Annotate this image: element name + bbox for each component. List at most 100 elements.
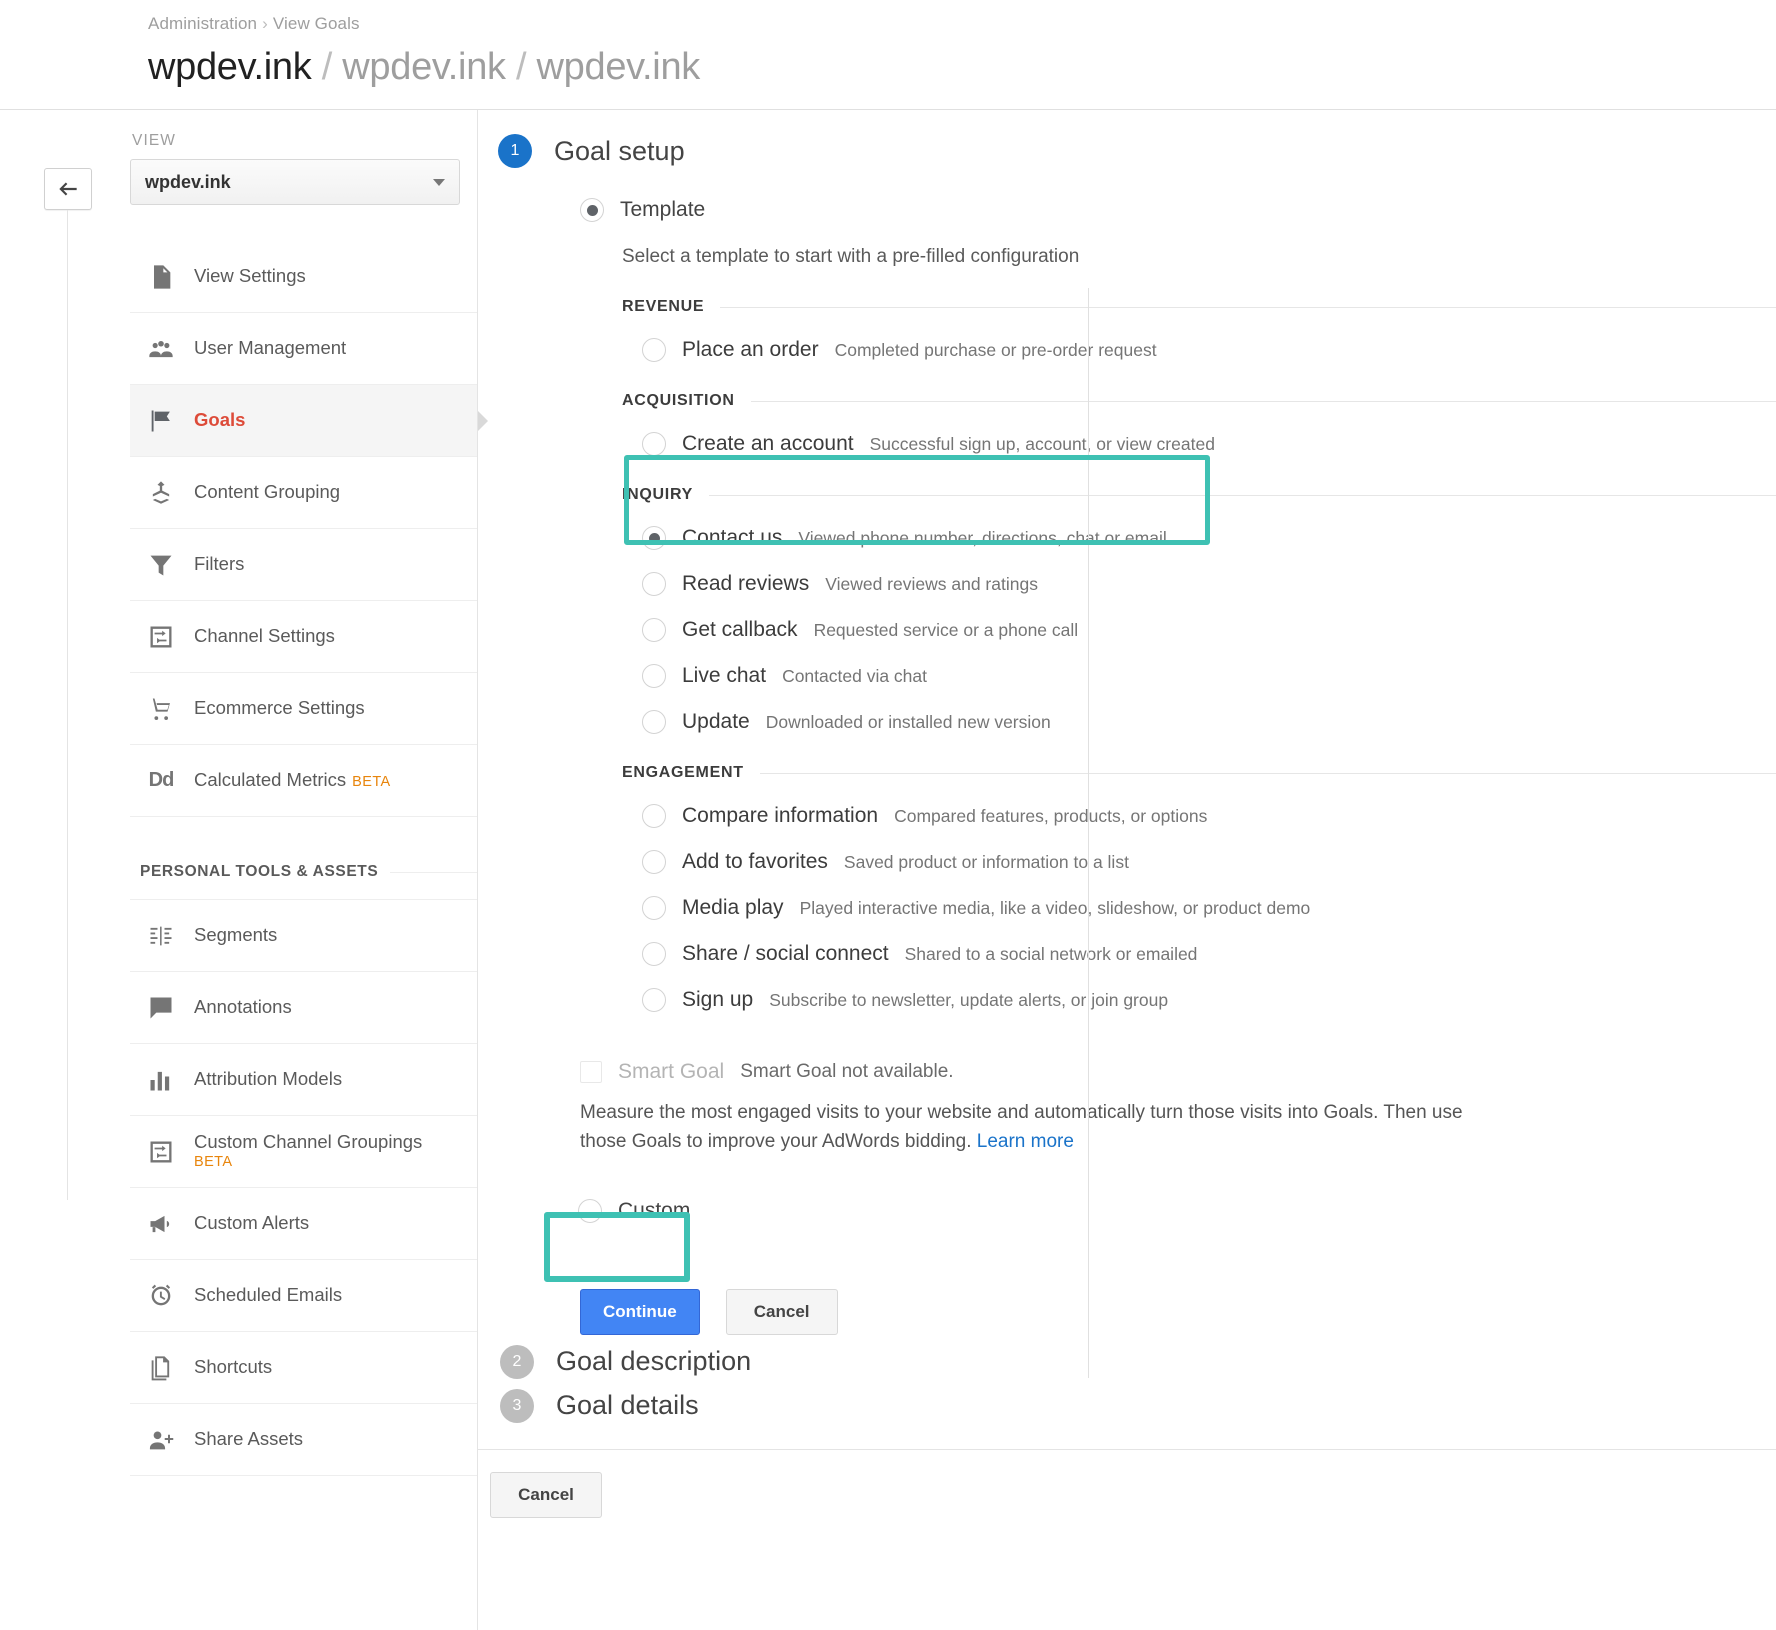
sidebar-item-shortcuts[interactable]: Shortcuts [130, 1332, 478, 1404]
channel-settings-icon [144, 620, 178, 654]
option-get-callback[interactable]: Get callback Requested service or a phon… [622, 618, 1776, 642]
step-3-title: Goal details [556, 1390, 699, 1421]
option-radio[interactable] [642, 988, 666, 1012]
alarm-clock-icon [144, 1279, 178, 1313]
option-add-to-favorites[interactable]: Add to favorites Saved product or inform… [622, 850, 1776, 874]
step-1-actions: Continue Cancel [580, 1288, 1776, 1335]
title-account: wpdev.ink [148, 46, 312, 88]
option-media-play[interactable]: Media play Played interactive media, lik… [622, 896, 1776, 920]
sidebar-item-calculated-metrics[interactable]: Dd Calculated Metrics BETA [130, 745, 478, 817]
sidebar-item-custom-channel-groupings[interactable]: Custom Channel Groupings BETA [130, 1116, 478, 1188]
page-title: wpdev.ink / wpdev.ink / wpdev.ink [148, 46, 1776, 89]
option-radio[interactable] [642, 618, 666, 642]
users-icon [144, 332, 178, 366]
option-radio[interactable] [642, 664, 666, 688]
sidebar-item-label: Calculated Metrics [194, 769, 347, 791]
view-label: VIEW [132, 132, 177, 149]
option-live-chat[interactable]: Live chat Contacted via chat [622, 664, 1776, 688]
option-description: Viewed reviews and ratings [825, 573, 1038, 594]
dd-icon: Dd [148, 769, 175, 791]
custom-label: Custom [618, 1198, 691, 1222]
option-radio[interactable] [642, 572, 666, 596]
megaphone-icon [144, 1207, 178, 1241]
sidebar-item-annotations[interactable]: Annotations [130, 972, 478, 1044]
option-radio[interactable] [642, 804, 666, 828]
share-user-icon [144, 1423, 178, 1457]
page-header: Administration › View Goals wpdev.ink / wp… [0, 0, 1776, 110]
bottom-cancel-button[interactable]: Cancel [490, 1471, 602, 1518]
step-1-number: 1 [498, 134, 532, 168]
option-description: Downloaded or installed new version [765, 711, 1051, 732]
channel-settings-icon [144, 1135, 178, 1169]
sidebar-item-channel-settings[interactable]: Channel Settings [130, 601, 478, 673]
option-label: Add to favorites [682, 850, 828, 873]
cancel-button[interactable]: Cancel [725, 1288, 838, 1335]
sidebar-item-goals[interactable]: Goals [130, 385, 478, 457]
option-share-social-connect[interactable]: Share / social connect Shared to a socia… [622, 942, 1776, 966]
option-description: Completed purchase or pre-order request [834, 339, 1157, 360]
sidebar-item-label: Ecommerce Settings [194, 697, 365, 719]
template-radio[interactable] [580, 198, 604, 222]
sidebar-item-custom-alerts[interactable]: Custom Alerts [130, 1188, 478, 1260]
sidebar-item-segments[interactable]: Segments [130, 900, 478, 972]
step-3-number: 3 [500, 1388, 534, 1423]
step-3-header[interactable]: 3 Goal details [500, 1388, 1776, 1423]
segments-icon [144, 919, 178, 953]
back-button[interactable] [44, 168, 92, 210]
sidebar-item-label: Content Grouping [194, 481, 341, 503]
option-description: Viewed phone number, directions, chat or… [798, 527, 1167, 548]
sidebar-item-share-assets[interactable]: Share Assets [130, 1404, 478, 1476]
option-radio[interactable] [642, 338, 666, 362]
continue-button[interactable]: Continue [580, 1288, 700, 1335]
group-rule [759, 772, 1776, 774]
sidebar-item-user-management[interactable]: User Management [130, 313, 478, 385]
option-description: Shared to a social network or emailed [904, 943, 1198, 964]
sidebar-item-view-settings[interactable]: View Settings [130, 241, 478, 313]
sidebar-item-ecommerce-settings[interactable]: Ecommerce Settings [130, 673, 478, 745]
custom-radio-row[interactable]: Custom [578, 1198, 1776, 1223]
option-contact-us[interactable]: Contact us Viewed phone number, directio… [622, 526, 1776, 550]
option-compare-information[interactable]: Compare information Compared features, p… [622, 804, 1776, 828]
funnel-icon [144, 548, 178, 582]
step-2-header[interactable]: 2 Goal description [500, 1344, 1776, 1379]
option-update[interactable]: Update Downloaded or installed new versi… [622, 710, 1776, 734]
option-read-reviews[interactable]: Read reviews Viewed reviews and ratings [622, 572, 1776, 596]
group-inquiry-header: INQUIRY [622, 486, 1776, 504]
rail-divider [67, 210, 68, 1200]
sidebar-item-label: Segments [194, 924, 278, 946]
option-radio[interactable] [642, 942, 666, 966]
main-content: 1 Goal setup Template Select a template … [478, 110, 1776, 1630]
option-label: Read reviews [682, 572, 810, 595]
bottom-actions: Cancel [490, 1471, 1776, 1518]
group-revenue-header: REVENUE [622, 298, 1776, 316]
option-radio[interactable] [642, 526, 666, 550]
beta-badge: BETA [194, 1153, 233, 1170]
option-label: Sign up [682, 988, 754, 1011]
option-place-an-order[interactable]: Place an order Completed purchase or pre… [622, 338, 1776, 362]
learn-more-link[interactable]: Learn more [977, 1131, 1074, 1152]
option-radio[interactable] [642, 710, 666, 734]
sidebar-item-attribution-models[interactable]: Attribution Models [130, 1044, 478, 1116]
custom-radio[interactable] [578, 1198, 602, 1223]
template-radio-row[interactable]: Template [580, 198, 1776, 222]
breadcrumb-root[interactable]: Administration [148, 14, 257, 33]
sidebar-item-filters[interactable]: Filters [130, 529, 478, 601]
option-radio[interactable] [642, 850, 666, 874]
option-sign-up[interactable]: Sign up Subscribe to newsletter, update … [622, 988, 1776, 1012]
option-label: Update [682, 710, 750, 733]
option-radio[interactable] [642, 432, 666, 456]
group-title: INQUIRY [622, 486, 693, 503]
breadcrumb-separator-icon: › [262, 14, 268, 33]
sidebar-item-scheduled-emails[interactable]: Scheduled Emails [130, 1260, 478, 1332]
group-acquisition-header: ACQUISITION [622, 392, 1776, 410]
option-create-an-account[interactable]: Create an account Successful sign up, ac… [622, 432, 1776, 456]
option-label: Media play [682, 896, 784, 919]
option-label: Contact us [682, 526, 783, 549]
view-select[interactable]: wpdev.ink [130, 159, 460, 205]
option-label: Get callback [682, 618, 798, 641]
option-radio[interactable] [642, 896, 666, 920]
group-rule [720, 306, 1776, 308]
option-description: Compared features, products, or options [894, 805, 1208, 826]
back-rail [0, 110, 130, 1630]
sidebar-item-content-grouping[interactable]: Content Grouping [130, 457, 478, 529]
